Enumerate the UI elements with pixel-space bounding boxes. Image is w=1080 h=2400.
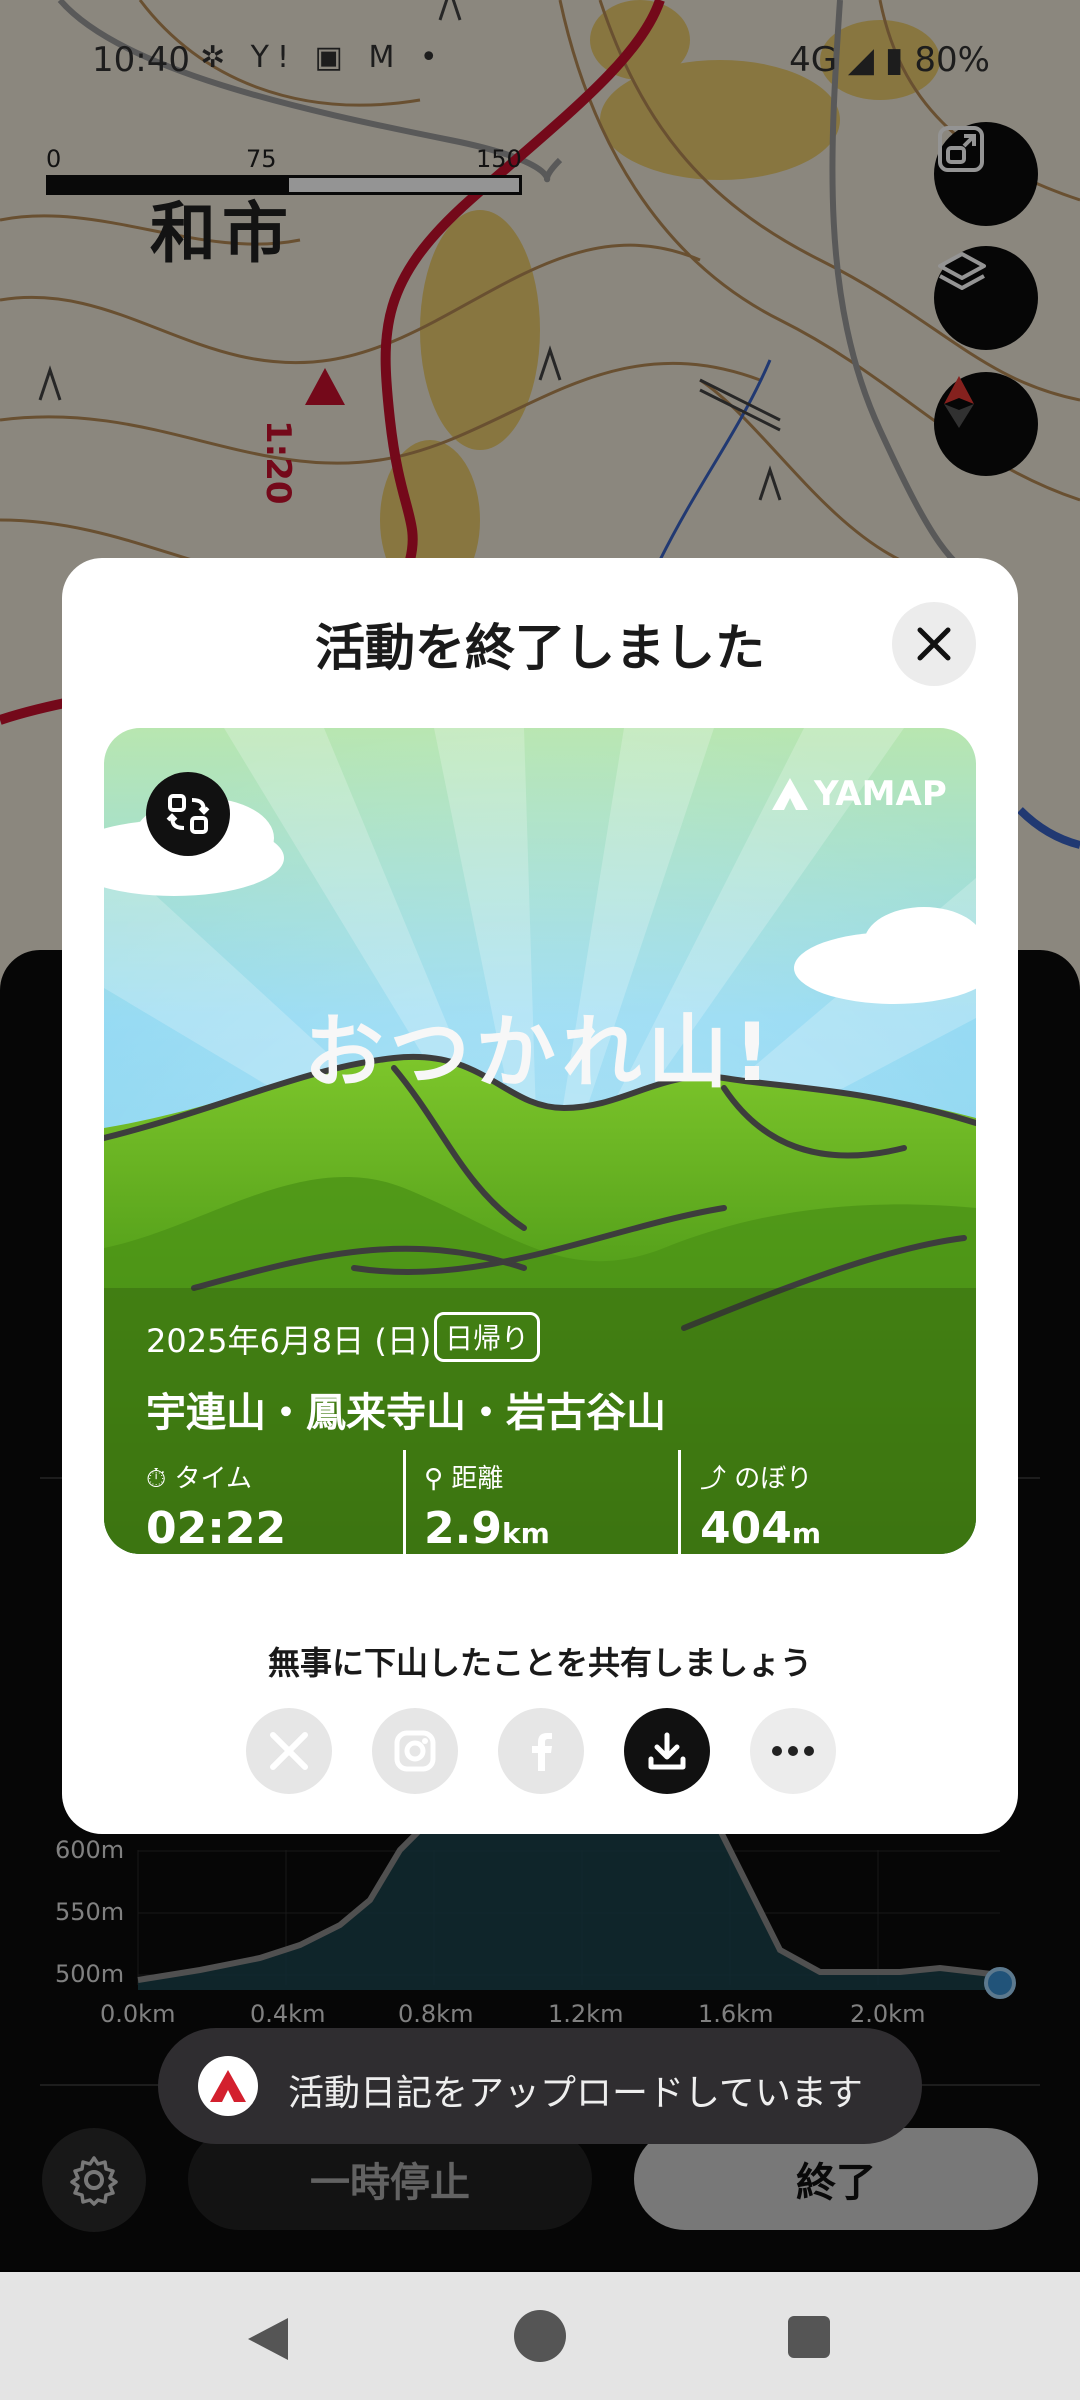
stat-divider	[678, 1450, 681, 1554]
trip-type-badge: 日帰り	[434, 1312, 541, 1362]
yamap-mark-icon	[772, 778, 808, 810]
facebook-icon	[532, 1733, 552, 1771]
activity-date: 2025年6月8日 (日)	[146, 1322, 432, 1360]
share-x-button[interactable]	[246, 1708, 332, 1794]
mountain-names: 宇連山・鳳来寺山・岩古谷山	[146, 1390, 666, 1436]
instagram-icon	[394, 1730, 436, 1772]
more-share-button[interactable]	[750, 1708, 836, 1794]
stat-divider	[403, 1450, 406, 1554]
stat-distance-value: 2.9	[424, 1503, 502, 1554]
share-message: 無事に下山したことを共有しましょう	[267, 1644, 812, 1682]
summary-card: YAMAP おつかれ山! 2025年6月8日 (日) 日帰り 宇連山・鳳来寺山・…	[104, 728, 976, 1554]
yamap-app-icon	[198, 2056, 258, 2116]
yamap-mark-icon	[210, 2070, 246, 2102]
back-icon	[248, 2318, 288, 2360]
stat-ascent-value: 404	[700, 1503, 792, 1554]
stat-ascent-label: のぼり	[734, 1464, 813, 1494]
yamap-logo: YAMAP	[772, 774, 947, 814]
stopwatch-icon: ⏱	[146, 1464, 167, 1494]
share-instagram-button[interactable]	[372, 1708, 458, 1794]
stat-time-value: 02:22	[146, 1503, 287, 1554]
share-facebook-button[interactable]	[498, 1708, 584, 1794]
stat-time-label: タイム	[174, 1464, 253, 1494]
card-headline: おつかれ山!	[303, 1006, 777, 1099]
stat-distance-label: 距離	[451, 1464, 504, 1494]
download-button[interactable]	[624, 1708, 710, 1794]
recents-button[interactable]	[788, 2316, 830, 2358]
download-icon	[648, 1732, 686, 1770]
brand-name: YAMAP	[814, 774, 947, 814]
switch-design-button[interactable]	[146, 772, 230, 856]
more-icon	[772, 1746, 814, 1756]
ascent-icon: ⤴	[700, 1464, 727, 1494]
dialog-title: 活動を終了しました	[315, 619, 765, 677]
stat-distance: ⚲ 距離 2.9km	[424, 1458, 550, 1554]
system-navigation-bar	[0, 2272, 1080, 2400]
activity-finished-dialog: 活動を終了しました YAMAP おつかれ山! 2025年6月8日 (日) 日帰り…	[62, 558, 1018, 1834]
close-icon	[917, 627, 951, 661]
x-icon	[270, 1732, 308, 1770]
switch-icon	[166, 794, 210, 834]
stat-distance-unit: km	[501, 1517, 550, 1550]
back-button[interactable]	[240, 2312, 294, 2366]
toast-message: 活動日記をアップロードしています	[288, 2073, 863, 2114]
home-button[interactable]	[514, 2310, 566, 2362]
stat-ascent: ⤴ のぼり 404m	[700, 1458, 821, 1554]
stat-ascent-unit: m	[791, 1517, 822, 1550]
distance-icon: ⚲	[424, 1464, 444, 1494]
close-button[interactable]	[892, 602, 976, 686]
upload-toast: 活動日記をアップロードしています	[158, 2028, 922, 2144]
stat-time: ⏱ タイム 02:22	[146, 1458, 286, 1554]
